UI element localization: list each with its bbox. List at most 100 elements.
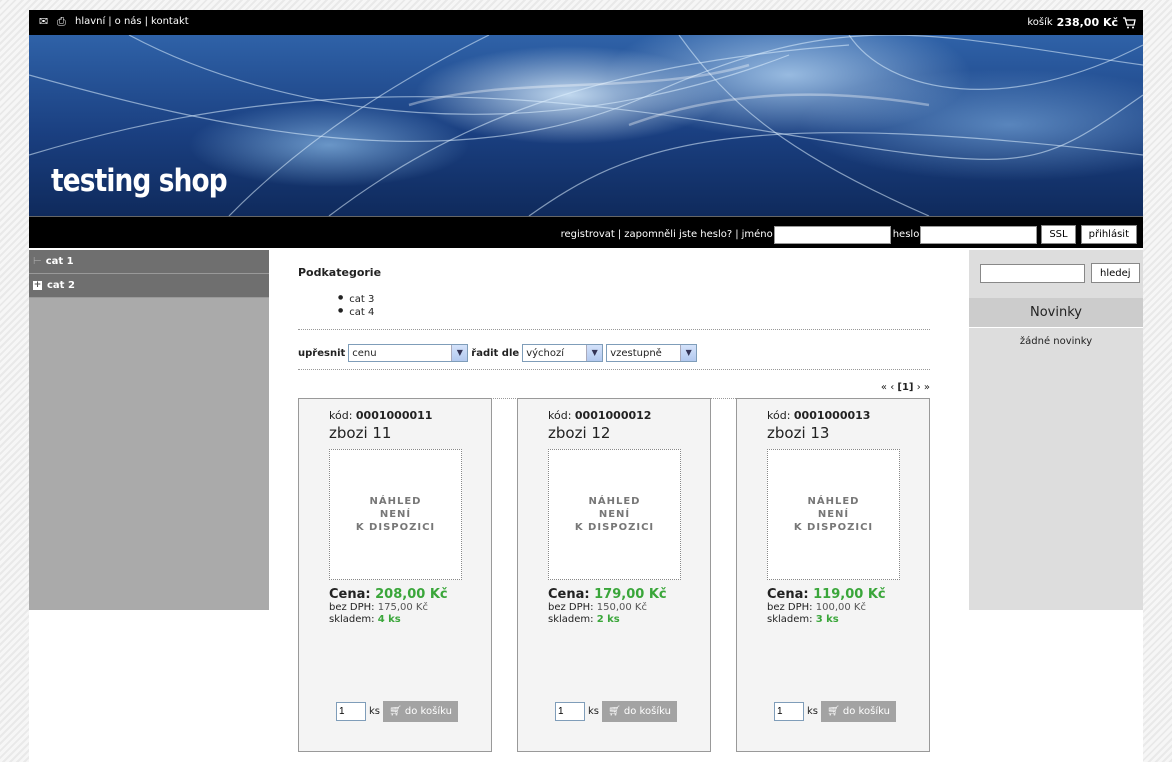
chevron-down-icon[interactable]: ▼: [451, 345, 468, 361]
ssl-button[interactable]: SSL: [1041, 225, 1076, 244]
price-label: Cena:: [767, 587, 809, 602]
subcategory-link[interactable]: cat 4: [338, 306, 930, 319]
subcategory-list: cat 3 cat 4: [338, 293, 930, 319]
quantity-input[interactable]: [555, 702, 585, 721]
password-input[interactable]: [920, 225, 1038, 244]
password-label: heslo: [892, 229, 920, 240]
filter-select[interactable]: cenu ▼: [348, 344, 469, 362]
add-to-cart-form: ks 🛒︎ do košíku: [336, 701, 458, 722]
cart-summary[interactable]: košík 238,00 Kč: [1027, 16, 1136, 29]
stock-label: skladem:: [548, 614, 594, 625]
add-to-cart-label: do košíku: [842, 706, 890, 717]
quantity-input[interactable]: [774, 702, 804, 721]
pager-first[interactable]: «: [881, 382, 887, 393]
pager-next[interactable]: ›: [917, 382, 921, 393]
no-preview-line: NENÍ: [598, 509, 631, 520]
nav-link-home[interactable]: hlavní: [75, 16, 105, 27]
price-label: Cena:: [548, 587, 590, 602]
chevron-down-icon[interactable]: ▼: [680, 345, 697, 361]
page: ✉ ⎙ hlavní | o nás | kontakt košík 238,00 Kč: [29, 10, 1143, 762]
register-link[interactable]: registrovat: [561, 229, 615, 240]
printer-icon[interactable]: ⎙: [57, 16, 69, 27]
sort-select-value: výchozí: [526, 347, 565, 359]
top-nav-links: hlavní | o nás | kontakt: [75, 16, 189, 27]
header-banner: testing shop: [29, 35, 1143, 216]
product-code-label: kód:: [329, 409, 353, 422]
sidebar-item-cat-1[interactable]: ⊢ cat 1: [29, 250, 269, 274]
stock-label: skladem:: [767, 614, 813, 625]
price-value: 179,00 Kč: [594, 587, 667, 602]
shop-logo[interactable]: testing shop: [51, 163, 228, 199]
cart-total: 238,00 Kč: [1056, 16, 1118, 29]
no-preview-image[interactable]: NÁHLED NENÍ K DISPOZICI: [767, 449, 900, 580]
no-preview-image[interactable]: NÁHLED NENÍ K DISPOZICI: [329, 449, 462, 580]
subcategory-link[interactable]: cat 3: [338, 293, 930, 306]
product-price: Cena: 119,00 Kč: [767, 587, 929, 602]
news-title: Novinky: [969, 298, 1143, 328]
add-to-cart-label: do košíku: [404, 706, 452, 717]
username-input[interactable]: [773, 225, 891, 244]
product-code-label: kód:: [548, 409, 572, 422]
sidebar-item-cat-2[interactable]: + cat 2: [29, 274, 269, 298]
product-net-price: bez DPH: 175,00 Kč: [329, 602, 491, 614]
add-to-cart-form: ks 🛒︎ do košíku: [774, 701, 896, 722]
chevron-down-icon[interactable]: ▼: [586, 345, 603, 361]
nav-link-contact[interactable]: kontakt: [151, 16, 189, 27]
forgot-password-link[interactable]: zapomněli jste heslo?: [624, 229, 732, 240]
quantity-input[interactable]: [336, 702, 366, 721]
pager-prev[interactable]: ‹: [890, 382, 894, 393]
cart-icon[interactable]: [1122, 16, 1136, 29]
price-value: 208,00 Kč: [375, 587, 448, 602]
product-code-value: 0001000013: [793, 409, 871, 422]
net-value: 100,00 Kč: [815, 602, 866, 613]
product-price: Cena: 179,00 Kč: [548, 587, 710, 602]
search-button[interactable]: hledej: [1091, 263, 1140, 283]
subcategories-title: Podkategorie: [298, 266, 382, 279]
cart-icon: 🛒︎: [608, 706, 621, 717]
divider: [298, 369, 930, 370]
product-name[interactable]: zbozi 12: [548, 424, 710, 442]
order-select-value: vzestupně: [610, 347, 662, 359]
sort-label: řadit dle: [471, 347, 520, 359]
add-to-cart-button[interactable]: 🛒︎ do košíku: [383, 701, 458, 722]
order-select[interactable]: vzestupně ▼: [606, 344, 698, 362]
product-name[interactable]: zbozi 13: [767, 424, 929, 442]
search-input[interactable]: [980, 263, 1085, 283]
login-bar: registrovat | zapomněli jste heslo? | jm…: [29, 216, 1143, 248]
product-card: kód: 0001000013 zbozi 13 NÁHLED NENÍ K DIS…: [736, 398, 930, 752]
add-to-cart-label: do košíku: [623, 706, 671, 717]
product-net-price: bez DPH: 150,00 Kč: [548, 602, 710, 614]
sidebar-item-label: cat 1: [45, 256, 74, 267]
nav-link-about[interactable]: o nás: [115, 16, 142, 27]
product-card: kód: 0001000012 zbozi 12 NÁHLED NENÍ K DIS…: [517, 398, 711, 752]
login-button[interactable]: přihlásit: [1080, 225, 1137, 244]
main-content: Podkategorie cat 3 cat 4 upřesnit cenu ▼…: [298, 266, 930, 399]
no-preview-line: K DISPOZICI: [574, 522, 655, 533]
product-code-value: 0001000012: [574, 409, 652, 422]
category-sidebar: ⊢ cat 1 + cat 2: [29, 250, 269, 610]
no-preview-image[interactable]: NÁHLED NENÍ K DISPOZICI: [548, 449, 681, 580]
net-label: bez DPH:: [767, 602, 813, 613]
product-grid: kód: 0001000011 zbozi 11 NÁHLED NENÍ K DIS…: [298, 398, 930, 752]
product-code-value: 0001000011: [355, 409, 433, 422]
expand-plus-icon[interactable]: +: [33, 281, 42, 290]
no-preview-line: NÁHLED: [807, 496, 860, 507]
no-preview-line: NENÍ: [379, 509, 412, 520]
pager-current: [1]: [897, 382, 914, 393]
envelope-icon[interactable]: ✉: [39, 16, 51, 27]
pagination: « ‹ [1] › »: [298, 378, 930, 398]
product-name[interactable]: zbozi 11: [329, 424, 491, 442]
login-form: registrovat | zapomněli jste heslo? | jm…: [561, 225, 1137, 244]
no-preview-line: NENÍ: [817, 509, 850, 520]
net-value: 175,00 Kč: [377, 602, 428, 613]
product-net-price: bez DPH: 100,00 Kč: [767, 602, 929, 614]
stock-label: skladem:: [329, 614, 375, 625]
add-to-cart-button[interactable]: 🛒︎ do košíku: [602, 701, 677, 722]
product-stock: skladem: 2 ks: [548, 614, 710, 626]
sort-select[interactable]: výchozí ▼: [522, 344, 604, 362]
pager-last[interactable]: »: [924, 382, 930, 393]
add-to-cart-button[interactable]: 🛒︎ do košíku: [821, 701, 896, 722]
filter-select-value: cenu: [352, 347, 377, 359]
sidebar-item-label: cat 2: [47, 280, 75, 291]
product-code: kód: 0001000012: [548, 409, 710, 422]
